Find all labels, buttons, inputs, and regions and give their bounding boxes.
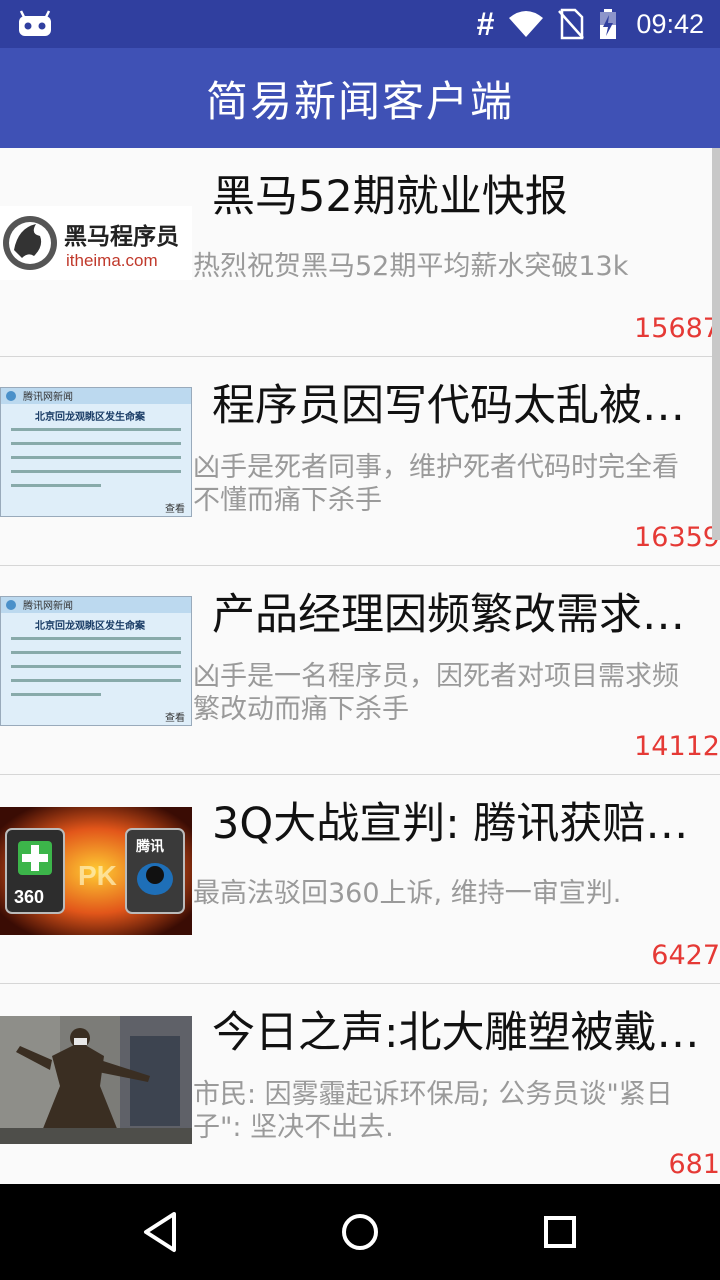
news-description: 凶手是死者同事，维护死者代码时完全看不懂而痛下杀手 — [193, 452, 679, 516]
news-popup-image: 腾讯网新闻 北京回龙观眺区发生命案 查看 — [1, 388, 191, 515]
news-popup-image: 腾讯网新闻 北京回龙观眺区发生命案 查看 — [1, 597, 191, 724]
wifi-icon — [509, 11, 544, 37]
svg-text:腾讯网新闻: 腾讯网新闻 — [23, 390, 73, 403]
recents-icon[interactable] — [530, 1202, 590, 1262]
news-item[interactable]: 今日之声:北大雕塑被戴… 市民: 因雾霾起诉环保局; 公务员谈"紧日子": 坚决… — [0, 984, 720, 1184]
news-thumbnail: 黑马程序员 itheima.com — [0, 206, 192, 280]
svg-text:itheima.com: itheima.com — [66, 251, 158, 270]
news-description: 凶手是一名程序员，因死者对项目需求频繁改动而痛下杀手 — [193, 661, 679, 725]
app-bar: 简易新闻客户端 — [0, 48, 720, 148]
navigation-bar — [0, 1184, 720, 1280]
news-list[interactable]: 黑马程序员 itheima.com 黑马52期就业快报 热烈祝贺黑马52期平均薪… — [0, 148, 720, 1184]
svg-text:查看: 查看 — [165, 711, 185, 724]
svg-text:查看: 查看 — [165, 502, 185, 515]
news-item[interactable]: 腾讯网新闻 北京回龙观眺区发生命案 查看 程序员因写代码太乱被… 凶手是死者同事… — [0, 357, 720, 566]
back-icon[interactable] — [130, 1202, 190, 1262]
status-time: 09:42 — [636, 8, 704, 39]
news-title: 程序员因写代码太乱被… — [212, 381, 685, 431]
svg-text:北京回龙观眺区发生命案: 北京回龙观眺区发生命案 — [35, 619, 146, 632]
news-description: 热烈祝贺黑马52期平均薪水突破13k — [193, 251, 629, 282]
home-icon[interactable] — [330, 1202, 390, 1262]
news-comment-count: 681 — [668, 1149, 720, 1180]
news-comment-count: 6427 — [651, 940, 720, 971]
svg-text:腾讯网新闻: 腾讯网新闻 — [23, 599, 73, 612]
news-description: 最高法驳回360上诉, 维持一审宣判. — [193, 878, 622, 909]
svg-text:黑马程序员: 黑马程序员 — [64, 223, 179, 250]
news-thumbnail — [0, 1016, 192, 1144]
list-scrollbar[interactable] — [712, 148, 720, 540]
news-comment-count: 15687 — [634, 313, 720, 344]
news-comment-count: 16359 — [634, 522, 720, 553]
news-title: 产品经理因频繁改需求… — [212, 590, 685, 640]
news-title: 3Q大战宣判: 腾讯获赔5… — [212, 799, 702, 849]
news-comment-count: 14112 — [634, 731, 720, 762]
360-vs-tencent-image: 360 PK 腾讯 — [0, 807, 192, 935]
news-thumbnail: 腾讯网新闻 北京回龙观眺区发生命案 查看 — [0, 387, 192, 517]
news-item[interactable]: 黑马程序员 itheima.com 黑马52期就业快报 热烈祝贺黑马52期平均薪… — [0, 148, 720, 357]
status-bar: # 09:42 — [0, 0, 720, 48]
no-sim-icon — [558, 8, 585, 40]
svg-text:360: 360 — [14, 887, 44, 907]
hash-icon: # — [476, 5, 495, 42]
app-title: 简易新闻客户端 — [205, 76, 514, 126]
news-title: 今日之声:北大雕塑被戴… — [212, 1008, 700, 1058]
android-debug-icon — [19, 10, 51, 36]
svg-text:PK: PK — [78, 860, 117, 891]
news-title: 黑马52期就业快报 — [212, 172, 568, 222]
battery-charging-icon — [600, 9, 617, 39]
news-thumbnail: 360 PK 腾讯 — [0, 807, 192, 935]
news-thumbnail: 腾讯网新闻 北京回龙观眺区发生命案 查看 — [0, 596, 192, 726]
svg-text:北京回龙观眺区发生命案: 北京回龙观眺区发生命案 — [35, 410, 146, 423]
news-item[interactable]: 腾讯网新闻 北京回龙观眺区发生命案 查看 产品经理因频繁改需求… 凶手是一名程序… — [0, 566, 720, 775]
news-item[interactable]: 360 PK 腾讯 3Q大战宣判: 腾讯获赔5… 最高法驳回360上诉, 维持一… — [0, 775, 720, 984]
news-description: 市民: 因雾霾起诉环保局; 公务员谈"紧日子": 坚决不出去. — [193, 1079, 673, 1143]
itheima-logo-icon: 黑马程序员 itheima.com — [3, 216, 179, 270]
svg-text:腾讯: 腾讯 — [136, 838, 164, 855]
masked-statue-photo — [0, 1016, 192, 1144]
